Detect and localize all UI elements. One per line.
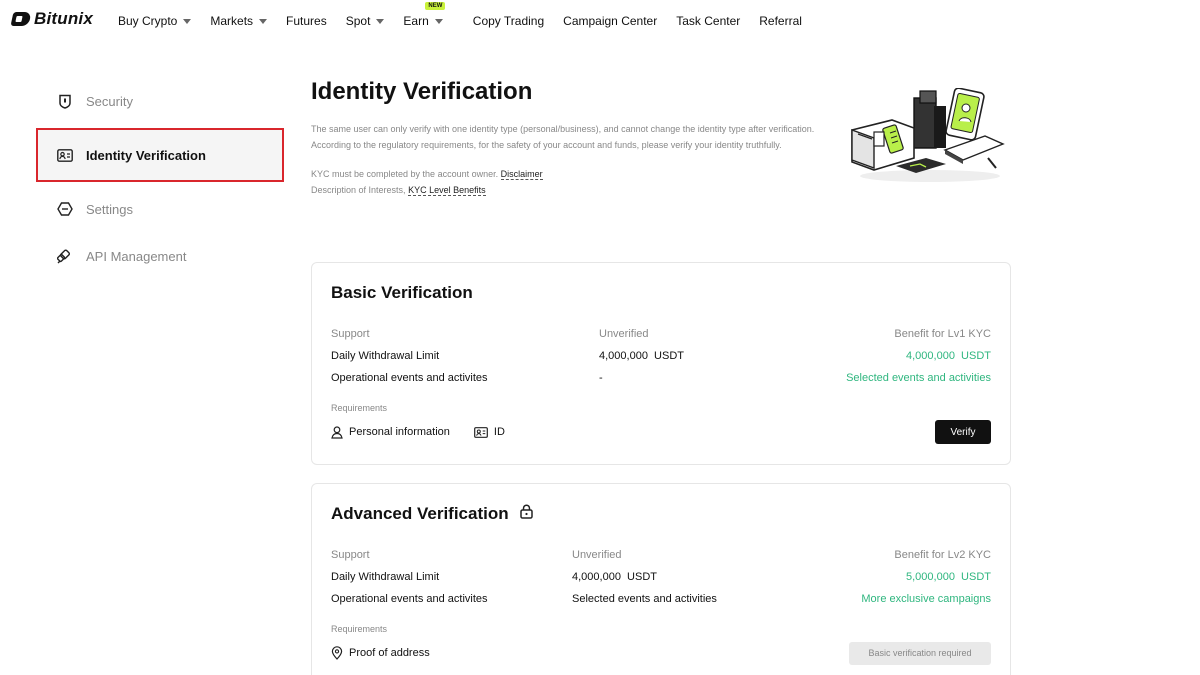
basic-verification-title: Basic Verification [331,283,991,303]
req-label: Proof of address [349,647,430,659]
table-row: Operational events and activites - Selec… [331,367,991,389]
table-header-row: Support Unverified Benefit for Lv1 KYC [331,323,991,345]
nav-spot[interactable]: Spot [346,14,385,28]
nav-label: Campaign Center [563,14,658,28]
nav-label: Task Center [676,14,741,28]
sidebar-item-label: Security [86,93,133,109]
verify-button[interactable]: Verify [935,420,991,444]
nav-label: Markets [210,14,254,28]
nav-label: Referral [759,14,802,28]
sidebar-item-security[interactable]: Security [40,78,280,124]
requirements-row: Personal information ID Verify [331,420,991,444]
nav-campaign-center[interactable]: Campaign Center [563,14,657,28]
nav-markets[interactable]: Markets [210,14,268,28]
kyc-illustration [851,88,1005,182]
req-proof-of-address: Proof of address [331,646,430,660]
user-icon [331,425,343,439]
row-label: Operational events and activites [331,593,488,605]
sidebar-item-label: API Management [86,248,187,264]
card-title-text: Advanced Verification [331,504,509,523]
basic-benefits-table: Support Unverified Benefit for Lv1 KYC D… [331,323,991,389]
interests-line: Description of Interests, KYC Level Bene… [311,185,816,196]
id-card-icon [473,426,488,438]
requirements-label: Requirements [331,624,388,634]
basic-verification-card: Basic Verification Support Unverified Be… [311,262,1011,465]
chevron-down-icon [434,18,443,24]
req-id: ID [473,426,505,438]
nav-label: Futures [286,14,327,28]
nav-copy-trading[interactable]: Copy Trading [473,14,544,28]
nav-earn[interactable]: Earn NEW [403,2,446,28]
kyc-owner-text: KYC must be completed by the account own… [311,169,499,179]
top-navbar: Bitunix Buy Crypto Markets Futures Spot … [0,0,1200,42]
nav-label: Earn [403,14,429,28]
bitunix-logo[interactable]: Bitunix [10,9,94,29]
sidebar-item-api-management[interactable]: API Management [40,233,280,279]
chevron-down-icon [259,18,268,24]
advanced-verification-title: Advanced Verification [331,504,991,524]
sidebar-item-label: Identity Verification [86,147,206,163]
nav-buy-crypto[interactable]: Buy Crypto [118,14,192,28]
requirements-row: Proof of address Basic verification requ… [331,641,991,665]
nav-label: Copy Trading [472,14,545,28]
interests-text: Description of Interests, [311,185,406,195]
logo-text: Bitunix [34,9,94,28]
sidebar-item-label: Settings [86,201,133,217]
row-label: Daily Withdrawal Limit [331,571,440,583]
nav-task-center[interactable]: Task Center [676,14,740,28]
table-row: Daily Withdrawal Limit 4,000,000 USDT 4,… [331,345,991,367]
col-status: Unverified [599,328,649,340]
desc-regulatory: According to the regulatory requirements… [311,140,782,150]
row-current: 4,000,000 USDT [572,571,657,583]
card-title-text: Basic Verification [331,283,473,302]
new-badge: NEW [425,2,446,10]
row-benefit: Selected events and activities [846,372,991,384]
col-benefit: Benefit for Lv2 KYC [894,549,991,561]
chevron-down-icon [183,18,192,24]
col-benefit: Benefit for Lv1 KYC [894,328,991,340]
desc-identity-type: The same user can only verify with one i… [311,124,815,134]
kyc-owner-line: KYC must be completed by the account own… [311,169,816,180]
advanced-verification-card: Advanced Verification Support Unverified… [311,483,1011,675]
table-header-row: Support Unverified Benefit for Lv2 KYC [331,544,991,566]
chevron-down-icon [376,18,385,24]
account-sidebar: Security Identity Verification Settings … [36,78,284,280]
row-current: 4,000,000 USDT [599,350,684,362]
sidebar-item-settings[interactable]: Settings [40,186,280,232]
row-benefit: More exclusive campaigns [861,593,991,605]
row-benefit: 4,000,000 USDT [906,350,991,362]
col-status: Unverified [572,549,622,561]
lock-icon [519,504,533,524]
sidebar-item-identity-verification[interactable]: Identity Verification [36,128,284,182]
row-label: Operational events and activites [331,372,488,384]
nav-label: Buy Crypto [118,14,178,28]
col-support: Support [331,549,370,561]
basic-verification-required-button[interactable]: Basic verification required [849,641,991,665]
row-label: Daily Withdrawal Limit [331,350,440,362]
api-icon [56,248,73,265]
col-support: Support [331,328,370,340]
nav-referral[interactable]: Referral [759,14,802,28]
req-personal-information: Personal information [331,425,450,439]
logo-mark-icon [10,12,32,26]
id-card-icon [56,147,73,164]
settings-icon [56,201,73,218]
disclaimer-link[interactable]: Disclaimer [500,169,543,180]
nav-menu: Buy Crypto Markets Futures Spot Earn NEW… [118,0,821,42]
nav-futures[interactable]: Futures [286,14,327,28]
requirements-label: Requirements [331,403,388,413]
page-description: The same user can only verify with one i… [311,124,816,196]
advanced-benefits-table: Support Unverified Benefit for Lv2 KYC D… [331,544,991,610]
location-pin-icon [331,646,343,660]
nav-label: Spot [345,14,371,28]
kyc-benefits-link[interactable]: KYC Level Benefits [408,185,486,196]
req-label: ID [493,426,505,438]
req-label: Personal information [349,426,450,438]
table-row: Daily Withdrawal Limit 4,000,000 USDT 5,… [331,566,991,588]
row-current: Selected events and activities [572,593,717,605]
shield-icon [56,93,73,110]
table-row: Operational events and activites Selecte… [331,588,991,610]
row-benefit: 5,000,000 USDT [906,571,991,583]
